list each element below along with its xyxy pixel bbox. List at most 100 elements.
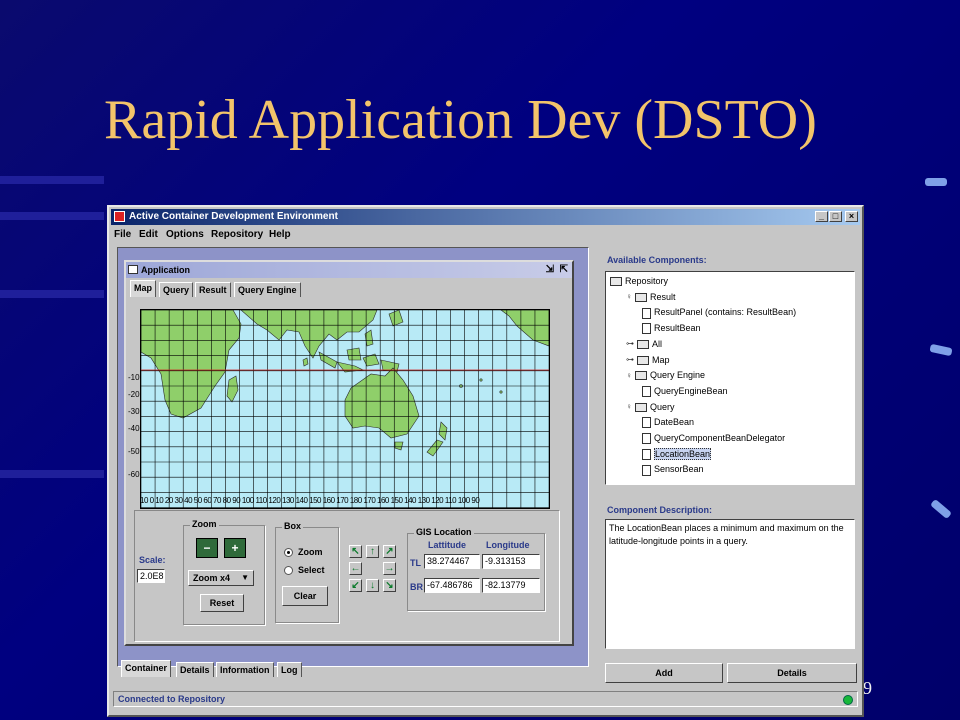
- bottom-right-label: BR: [410, 582, 423, 592]
- application-frame: Application ⇲ ⇱ Map Query Result Query E…: [124, 260, 574, 646]
- menu-bar: File Edit Options Repository Help: [111, 227, 860, 243]
- lat-label: -10: [128, 373, 140, 382]
- menu-repository[interactable]: Repository: [211, 229, 263, 240]
- add-button[interactable]: Add: [605, 663, 723, 683]
- longitude-labels: 10 0 10 20 30 40 50 60 70 80 90 100 110 …: [140, 496, 480, 505]
- tree-folder-node[interactable]: ♀ Query Engine: [626, 368, 705, 382]
- pan-up-left-icon[interactable]: ↖: [349, 545, 362, 558]
- clear-button[interactable]: Clear: [282, 586, 328, 606]
- tree-handle-icon[interactable]: ⊶: [626, 337, 634, 351]
- tree-node-label: DateBean: [654, 417, 695, 428]
- pan-left-icon[interactable]: ←: [349, 562, 362, 575]
- decoration: [929, 343, 953, 357]
- tab-details[interactable]: Details: [176, 662, 214, 677]
- latitude-header: Lattitude: [428, 540, 466, 550]
- background-stripe: [0, 470, 104, 478]
- gis-location-label: GIS Location: [414, 527, 474, 537]
- zoom-in-icon[interactable]: +: [224, 538, 246, 558]
- tab-container[interactable]: Container: [121, 660, 172, 677]
- tree-node-label: Query Engine: [650, 370, 706, 381]
- folder-icon: [637, 339, 649, 349]
- pan-down-icon[interactable]: ↓: [366, 579, 379, 592]
- tree-handle-icon[interactable]: ♀: [626, 369, 632, 383]
- tree-node-label: ResultPanel (contains: ResultBean): [654, 307, 797, 318]
- details-button[interactable]: Details: [727, 663, 857, 683]
- pan-up-icon[interactable]: ↑: [366, 545, 379, 558]
- status-bar: Connected to Repository: [113, 691, 858, 707]
- pan-right-icon[interactable]: →: [383, 562, 396, 575]
- tree-handle-icon[interactable]: ♀: [626, 290, 632, 304]
- tab-map[interactable]: Map: [130, 280, 156, 297]
- select-radio-label: Select: [298, 565, 325, 575]
- tab-information[interactable]: Information: [216, 662, 274, 677]
- scale-field[interactable]: 2.0E8: [137, 569, 165, 583]
- tree-file-node[interactable]: QueryEngineBean: [642, 384, 728, 398]
- menu-options[interactable]: Options: [166, 229, 204, 240]
- close-button[interactable]: ×: [845, 211, 858, 222]
- file-icon: [642, 307, 651, 319]
- zoom-level-value: Zoom x4: [193, 573, 231, 583]
- background-stripe: [0, 212, 104, 220]
- tree-folder-node[interactable]: ♀ Result: [626, 290, 676, 304]
- tree-node-label: Repository: [625, 276, 669, 286]
- box-group-label: Box: [282, 521, 304, 531]
- tree-node-label: ResultBean: [654, 323, 701, 334]
- status-text: Connected to Repository: [118, 694, 226, 704]
- top-left-latitude[interactable]: 38.274467: [424, 554, 480, 569]
- tree-file-node[interactable]: SensorBean: [642, 462, 704, 476]
- folder-icon: [635, 292, 647, 302]
- tab-result[interactable]: Result: [195, 282, 231, 297]
- main-window: Active Container Development Environment…: [107, 205, 864, 717]
- map-graphic: [141, 310, 549, 508]
- tree-folder-node[interactable]: ♀ Query: [626, 400, 675, 414]
- tree-file-node[interactable]: QueryComponentBeanDelegator: [642, 431, 785, 445]
- pan-up-right-icon[interactable]: ↗: [383, 545, 396, 558]
- tree-handle-icon[interactable]: ♀: [626, 400, 632, 414]
- tree-folder-node[interactable]: ⊶ Map: [626, 353, 670, 367]
- tab-query-engine[interactable]: Query Engine: [234, 282, 301, 297]
- zoom-radio-label: Zoom: [298, 547, 323, 557]
- tree-folder-node[interactable]: Repository: [610, 274, 668, 288]
- window-title: Active Container Development Environment: [129, 211, 338, 222]
- tree-file-node[interactable]: DateBean: [642, 415, 694, 429]
- tree-folder-node[interactable]: ⊶ All: [626, 337, 662, 351]
- pan-down-right-icon[interactable]: ↘: [383, 579, 396, 592]
- container-desktop: Application ⇲ ⇱ Map Query Result Query E…: [117, 247, 589, 667]
- tab-log[interactable]: Log: [277, 662, 302, 677]
- background-stripe: [0, 176, 104, 184]
- file-icon: [642, 464, 651, 476]
- application-title: Application: [141, 265, 190, 275]
- zoom-out-icon[interactable]: −: [196, 538, 218, 558]
- minimize-button[interactable]: _: [815, 211, 828, 222]
- zoom-level-select[interactable]: Zoom x4 ▼: [188, 570, 254, 586]
- menu-file[interactable]: File: [114, 229, 131, 240]
- bottom-right-longitude[interactable]: -82.13779: [482, 578, 540, 593]
- available-components-label: Available Components:: [607, 255, 707, 265]
- tab-query[interactable]: Query: [159, 282, 194, 297]
- world-map[interactable]: [140, 309, 550, 509]
- tree-file-node[interactable]: LocationBean: [642, 447, 712, 461]
- menu-help[interactable]: Help: [269, 229, 291, 240]
- folder-icon: [635, 402, 647, 412]
- box-group: Box Zoom Select Clear: [275, 521, 339, 623]
- connection-indicator-icon: [843, 695, 853, 705]
- zoom-radio[interactable]: [284, 548, 293, 557]
- maximize-icon[interactable]: ⇱: [560, 264, 568, 275]
- iconify-icon[interactable]: ⇲: [546, 264, 554, 275]
- top-left-longitude[interactable]: -9.313153: [482, 554, 540, 569]
- select-radio[interactable]: [284, 566, 293, 575]
- lat-label: -50: [128, 447, 140, 456]
- tree-node-label: Result: [650, 291, 676, 302]
- maximize-button[interactable]: □: [829, 211, 842, 222]
- menu-edit[interactable]: Edit: [139, 229, 158, 240]
- lat-label: -40: [128, 424, 140, 433]
- reset-button[interactable]: Reset: [200, 594, 244, 612]
- component-tree[interactable]: Repository ♀ Result ResultPanel (contains: …: [605, 271, 855, 485]
- tree-file-node[interactable]: ResultPanel (contains: ResultBean): [642, 305, 796, 319]
- lat-label: -20: [128, 390, 140, 399]
- tree-file-node[interactable]: ResultBean: [642, 321, 701, 335]
- tree-handle-icon[interactable]: ⊶: [626, 353, 634, 367]
- pan-down-left-icon[interactable]: ↙: [349, 579, 362, 592]
- top-left-label: TL: [410, 558, 421, 568]
- bottom-right-latitude[interactable]: -67.486786: [424, 578, 480, 593]
